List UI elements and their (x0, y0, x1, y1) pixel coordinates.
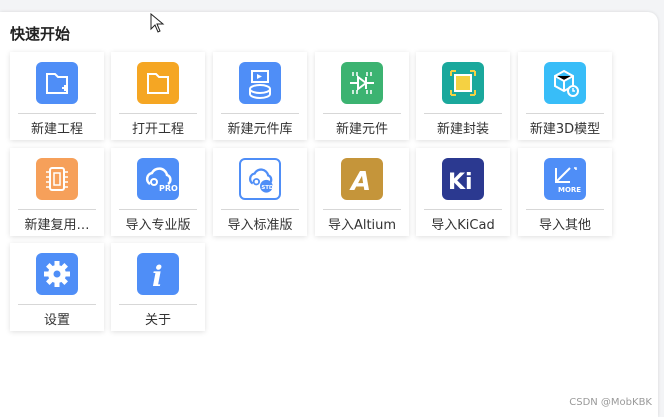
tile-divider (18, 209, 96, 210)
import-altium-tile[interactable]: A 导入Altium (315, 148, 409, 236)
cube-3d-model-icon (544, 62, 586, 104)
kicad-logo-icon: Ki (442, 158, 484, 200)
tile-label: 导入其他 (538, 218, 591, 233)
chip-footprint-icon (442, 62, 484, 104)
import-other-tile[interactable]: MORE 导入其他 (518, 148, 612, 236)
tile-divider (18, 304, 96, 305)
new-footprint-tile[interactable]: 新建封装 (416, 52, 510, 140)
import-kicad-tile[interactable]: Ki 导入KiCad (416, 148, 510, 236)
watermark: CSDN @MobKBK (569, 397, 652, 408)
tile-label: 设置 (43, 313, 70, 328)
tile-divider (221, 113, 299, 114)
about-tile[interactable]: i 关于 (111, 243, 205, 331)
svg-text:MORE: MORE (558, 186, 581, 194)
tile-divider (119, 304, 197, 305)
import-more-icon: MORE (544, 158, 586, 200)
settings-tile[interactable]: 设置 (10, 243, 104, 331)
tile-divider (526, 113, 604, 114)
tile-divider (526, 209, 604, 210)
new-project-tile[interactable]: 新建工程 (10, 52, 104, 140)
tile-label: 导入标准版 (227, 218, 293, 233)
tile-divider (119, 113, 197, 114)
tile-label: 打开工程 (131, 122, 184, 137)
tile-label: 新建封装 (436, 122, 489, 137)
tile-divider (323, 209, 401, 210)
tile-divider (221, 209, 299, 210)
tile-label: 关于 (144, 313, 171, 328)
tile-label: 导入Altium (327, 218, 397, 233)
tile-label: 新建3D模型 (529, 122, 601, 137)
tile-label: 导入KiCad (431, 218, 495, 233)
component-library-icon (239, 62, 281, 104)
folder-plus-icon (36, 62, 78, 104)
tile-divider (119, 209, 197, 210)
new-3d-model-tile[interactable]: 新建3D模型 (518, 52, 612, 140)
tile-label: 新建元件 (335, 122, 388, 137)
cloud-pro-icon: PRO (137, 158, 179, 200)
open-project-tile[interactable]: 打开工程 (111, 52, 205, 140)
tile-label: 新建复用… (24, 218, 90, 233)
tile-divider (424, 209, 502, 210)
import-std-tile[interactable]: STD 导入标准版 (213, 148, 307, 236)
new-reuse-block-tile[interactable]: 新建复用… (10, 148, 104, 236)
reuse-chip-icon (36, 158, 78, 200)
new-component-tile[interactable]: 新建元件 (315, 52, 409, 140)
tile-divider (18, 113, 96, 114)
svg-text:A: A (349, 167, 371, 197)
gear-icon (36, 253, 78, 295)
tile-label: 新建元件库 (227, 122, 293, 137)
new-component-library-tile[interactable]: 新建元件库 (213, 52, 307, 140)
mouse-cursor-icon (150, 13, 165, 33)
diode-component-icon (341, 62, 383, 104)
svg-text:i: i (152, 260, 163, 293)
folder-open-icon (137, 62, 179, 104)
tile-label: 新建工程 (30, 122, 83, 137)
cloud-std-icon: STD (239, 158, 281, 200)
import-pro-tile[interactable]: PRO 导入专业版 (111, 148, 205, 236)
svg-text:PRO: PRO (159, 184, 178, 193)
svg-text:STD: STD (261, 185, 274, 191)
tile-divider (424, 113, 502, 114)
svg-text:Ki: Ki (448, 170, 473, 195)
altium-logo-icon: A (341, 158, 383, 200)
tile-label: 导入专业版 (125, 218, 191, 233)
section-title: 快速开始 (10, 25, 71, 43)
tile-divider (323, 113, 401, 114)
info-icon: i (137, 253, 179, 295)
